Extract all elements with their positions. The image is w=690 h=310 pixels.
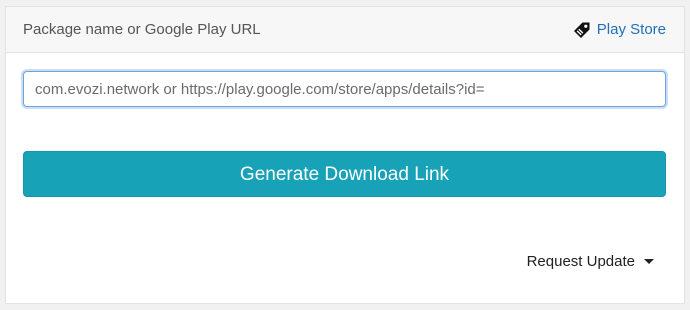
package-url-input[interactable] [24,72,665,106]
play-store-link[interactable]: Play Store [573,20,666,40]
caret-down-icon [644,258,654,264]
download-card: Package name or Google Play URL Play Sto… [5,6,685,304]
request-update-dropdown[interactable]: Request Update [527,251,654,271]
package-input-wrapper [23,71,666,107]
request-update-label: Request Update [526,252,635,270]
tag-link-icon [573,21,591,39]
header-label: Package name or Google Play URL [23,21,261,38]
play-store-label: Play Store [596,21,666,38]
generate-download-link-button[interactable]: Generate Download Link [23,151,666,197]
card-header: Package name or Google Play URL Play Sto… [6,7,684,53]
